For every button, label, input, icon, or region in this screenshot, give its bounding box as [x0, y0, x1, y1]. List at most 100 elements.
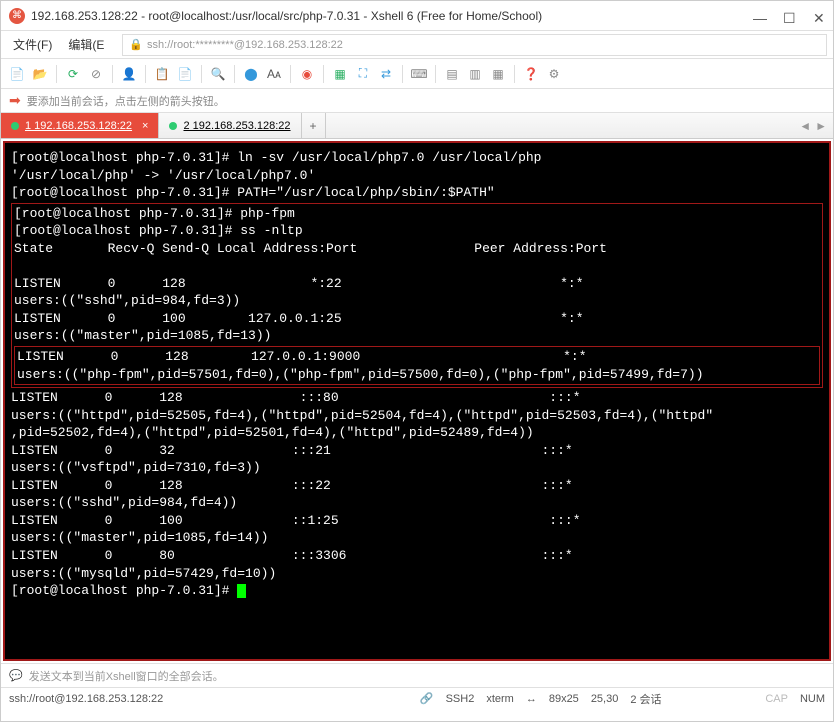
terminal-line: [root@localhost php-7.0.31]# PATH="/usr/… — [11, 185, 495, 200]
menu-edit[interactable]: 编辑(E — [62, 34, 110, 55]
tiles-icon[interactable]: ▤ — [442, 64, 462, 84]
link-icon: 🔗 — [420, 692, 434, 705]
tab-session-2[interactable]: 2 192.168.253.128:22 — [159, 113, 301, 138]
terminal-line: LISTEN 0 100 ::1:25 :::* — [11, 513, 581, 528]
arrow-icon[interactable]: ➡ — [9, 92, 21, 109]
separator — [290, 65, 291, 83]
separator — [112, 65, 113, 83]
terminal-line: users:(("httpd",pid=52505,fd=4),("httpd"… — [11, 408, 713, 423]
hint-text: 要添加当前会话，点击左侧的箭头按钮。 — [27, 93, 225, 109]
keyboard-icon[interactable]: ⌨ — [409, 64, 429, 84]
sync-icon[interactable]: ⇄ — [376, 64, 396, 84]
terminal-line: [root@localhost php-7.0.31]# — [11, 583, 237, 598]
new-session-icon[interactable]: 📄 — [7, 64, 27, 84]
open-icon[interactable]: 📂 — [30, 64, 50, 84]
terminal-line: LISTEN 0 100 127.0.0.1:25 *:* — [14, 311, 584, 326]
tab-label: 2 192.168.253.128:22 — [183, 120, 290, 132]
tab-bar: 1 192.168.253.128:22 × 2 192.168.253.128… — [1, 113, 833, 139]
tab-navigation: ◄ ► — [793, 113, 833, 138]
tab-next-icon[interactable]: ► — [815, 119, 827, 133]
status-cap: CAP — [765, 693, 788, 705]
paste-icon[interactable]: 📄 — [175, 64, 195, 84]
highlight-box-phpfpm: LISTEN 0 128 127.0.0.1:9000 *:* users:((… — [14, 346, 820, 385]
chat-icon: 💬 — [9, 669, 23, 682]
send-text: 发送文本到当前Xshell窗口的全部会话。 — [29, 668, 224, 684]
status-dot-icon — [11, 122, 19, 130]
close-tab-icon[interactable]: × — [142, 120, 148, 132]
copy-icon[interactable]: 📋 — [152, 64, 172, 84]
status-position: 25,30 — [591, 693, 619, 705]
status-num: NUM — [800, 693, 825, 705]
terminal-line: ,pid=52502,fd=4),("httpd",pid=52501,fd=4… — [11, 425, 534, 440]
status-sessions: 2 会话 — [630, 691, 661, 707]
separator — [234, 65, 235, 83]
address-bar[interactable]: 🔒 ssh://root:*********@192.168.253.128:2… — [122, 34, 827, 56]
add-tab-button[interactable]: + — [302, 113, 326, 138]
separator — [56, 65, 57, 83]
hint-bar: ➡ 要添加当前会话，点击左侧的箭头按钮。 — [1, 89, 833, 113]
address-text: ssh://root:*********@192.168.253.128:22 — [147, 39, 343, 51]
separator — [145, 65, 146, 83]
terminal-line: State Recv-Q Send-Q Local Address:Port P… — [14, 241, 607, 256]
status-size: 89x25 — [549, 693, 579, 705]
terminal-line: LISTEN 0 128 :::22 :::* — [11, 478, 573, 493]
close-button[interactable]: ✕ — [813, 10, 825, 22]
highlight-box-top: [root@localhost php-7.0.31]# php-fpm [ro… — [11, 203, 823, 388]
titlebar: ⌘ 192.168.253.128:22 - root@localhost:/u… — [1, 1, 833, 31]
color-icon[interactable]: ⬤ — [241, 64, 261, 84]
tab-label: 1 192.168.253.128:22 — [25, 120, 132, 132]
terminal-line: LISTEN 0 32 :::21 :::* — [11, 443, 573, 458]
layout-icon[interactable]: ▦ — [330, 64, 350, 84]
send-bar[interactable]: 💬 发送文本到当前Xshell窗口的全部会话。 — [1, 663, 833, 687]
separator — [323, 65, 324, 83]
grid-icon[interactable]: ▦ — [488, 64, 508, 84]
disconnect-icon[interactable]: ⊘ — [86, 64, 106, 84]
minimize-button[interactable]: — — [753, 10, 765, 22]
toolbar: 📄 📂 ⟳ ⊘ 👤 📋 📄 🔍 ⬤ Aᴀ ◉ ▦ ⛶ ⇄ ⌨ ▤ ▥ ▦ ❓ ⚙ — [1, 59, 833, 89]
font-icon[interactable]: Aᴀ — [264, 64, 284, 84]
lock-icon: 🔒 — [129, 38, 143, 51]
status-connection: ssh://root@192.168.253.128:22 — [9, 693, 408, 705]
fullscreen-icon[interactable]: ⛶ — [353, 64, 373, 84]
terminal-line: [root@localhost php-7.0.31]# ln -sv /usr… — [11, 150, 542, 165]
help-icon[interactable]: ❓ — [521, 64, 541, 84]
profile-icon[interactable]: 👤 — [119, 64, 139, 84]
terminal-line: '/usr/local/php' -> '/usr/local/php7.0' — [11, 168, 315, 183]
terminal-line: users:(("master",pid=1085,fd=13)) — [14, 328, 271, 343]
terminal-line: LISTEN 0 128 *:22 *:* — [14, 276, 584, 291]
separator — [435, 65, 436, 83]
cursor — [237, 584, 246, 598]
size-icon: ↔ — [526, 693, 537, 705]
tab-session-1[interactable]: 1 192.168.253.128:22 × — [1, 113, 159, 138]
status-dot-icon — [169, 122, 177, 130]
separator — [402, 65, 403, 83]
tab-prev-icon[interactable]: ◄ — [799, 119, 811, 133]
window-controls: — ☐ ✕ — [753, 10, 825, 22]
maximize-button[interactable]: ☐ — [783, 10, 795, 22]
terminal-line: users:(("sshd",pid=984,fd=4)) — [11, 495, 237, 510]
terminal-line: LISTEN 0 128 127.0.0.1:9000 *:* — [17, 349, 587, 364]
menubar: 文件(F) 编辑(E 🔒 ssh://root:*********@192.16… — [1, 31, 833, 59]
find-icon[interactable]: 🔍 — [208, 64, 228, 84]
terminal-line: LISTEN 0 128 :::80 :::* — [11, 390, 581, 405]
status-bar: ssh://root@192.168.253.128:22 🔗 SSH2 xte… — [1, 687, 833, 709]
menu-file[interactable]: 文件(F) — [7, 34, 58, 55]
terminal-line: users:(("master",pid=1085,fd=14)) — [11, 530, 268, 545]
terminal-line: users:(("php-fpm",pid=57501,fd=0),("php-… — [17, 367, 704, 382]
terminal-line: users:(("vsftpd",pid=7310,fd=3)) — [11, 460, 261, 475]
app-icon: ⌘ — [9, 8, 25, 24]
terminal-line: [root@localhost php-7.0.31]# php-fpm — [14, 206, 295, 221]
terminal-line: LISTEN 0 80 :::3306 :::* — [11, 548, 573, 563]
terminal-output[interactable]: [root@localhost php-7.0.31]# ln -sv /usr… — [3, 141, 831, 661]
terminal-line: users:(("mysqld",pid=57429,fd=10)) — [11, 566, 276, 581]
status-protocol: SSH2 — [446, 693, 475, 705]
cascade-icon[interactable]: ▥ — [465, 64, 485, 84]
options-icon[interactable]: ⚙ — [544, 64, 564, 84]
app-badge-icon[interactable]: ◉ — [297, 64, 317, 84]
separator — [514, 65, 515, 83]
window-title: 192.168.253.128:22 - root@localhost:/usr… — [31, 9, 753, 23]
terminal-line: [root@localhost php-7.0.31]# ss -nltp — [14, 223, 303, 238]
reconnect-icon[interactable]: ⟳ — [63, 64, 83, 84]
separator — [201, 65, 202, 83]
terminal-line: users:(("sshd",pid=984,fd=3)) — [14, 293, 240, 308]
